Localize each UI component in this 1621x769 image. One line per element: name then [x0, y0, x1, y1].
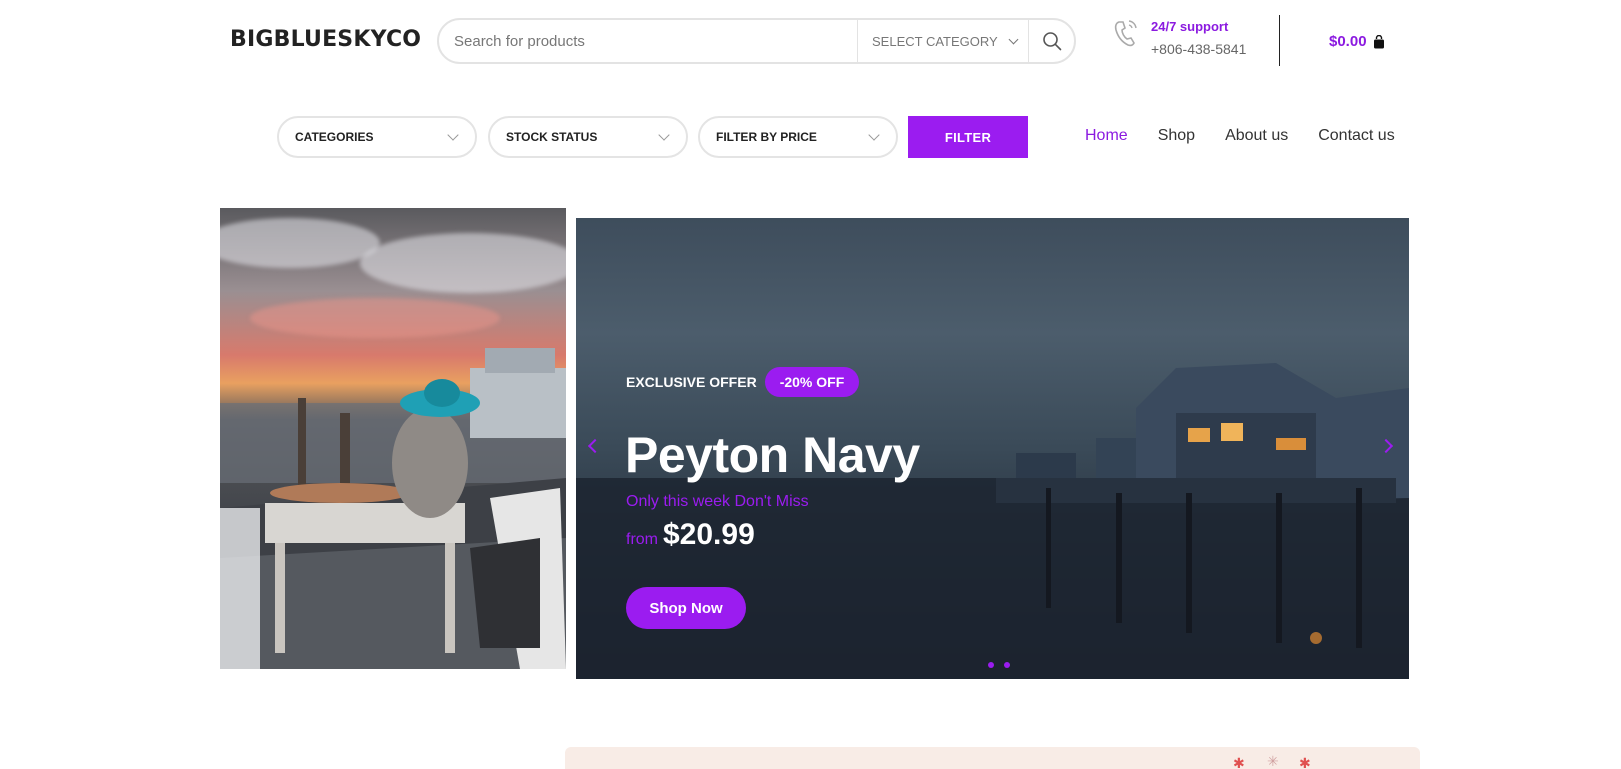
cart-total: $0.00: [1329, 33, 1367, 50]
decoration-icon: ✱: [1233, 755, 1245, 769]
site-logo[interactable]: BIGBLUESKYCO: [230, 27, 421, 52]
support-phone[interactable]: +806-438-5841: [1151, 41, 1246, 57]
filter-button[interactable]: FILTER: [908, 116, 1028, 158]
chevron-down-icon: [868, 129, 880, 141]
categories-filter-label: CATEGORIES: [295, 130, 374, 144]
chevron-down-icon: [658, 129, 670, 141]
nav-item-home[interactable]: Home: [1085, 127, 1128, 145]
category-select[interactable]: SELECT CATEGORY: [857, 20, 1028, 62]
slide-subtitle: Only this week Don't Miss: [626, 493, 809, 510]
main-nav: Home Shop About us Contact us: [1085, 127, 1395, 145]
price-filter-label: FILTER BY PRICE: [716, 130, 817, 144]
dock-scene: [220, 348, 566, 669]
chevron-down-icon: [1008, 34, 1019, 44]
shopping-bag-icon: [1373, 34, 1384, 48]
page: BIGBLUESKYCO SELECT CATEGORY 24/7 suppor…: [0, 0, 1621, 769]
price-row: from $20.99: [626, 518, 755, 552]
slider-dot[interactable]: [988, 662, 994, 668]
header-divider: [1279, 15, 1280, 66]
search-button[interactable]: [1028, 20, 1074, 62]
cart-button[interactable]: $0.00: [1329, 33, 1385, 50]
search-icon: [1042, 32, 1061, 51]
support-block: 24/7 support +806-438-5841: [1113, 18, 1246, 57]
chevron-down-icon: [447, 129, 459, 141]
nav-item-contact-us[interactable]: Contact us: [1318, 127, 1394, 145]
hero-slider: EXCLUSIVE OFFER -20% OFF Peyton Navy Onl…: [576, 218, 1409, 679]
slider-dot[interactable]: [1004, 662, 1010, 668]
price-prefix: from: [626, 531, 658, 548]
stock-status-filter[interactable]: STOCK STATUS: [488, 116, 688, 158]
support-label: 24/7 support: [1151, 19, 1229, 34]
hero-side-image[interactable]: [220, 208, 566, 669]
offer-label: EXCLUSIVE OFFER: [626, 374, 757, 390]
nav-item-shop[interactable]: Shop: [1158, 127, 1195, 145]
price-value: $20.99: [663, 518, 755, 551]
categories-filter[interactable]: CATEGORIES: [277, 116, 477, 158]
support-text: 24/7 support +806-438-5841: [1151, 18, 1246, 57]
stock-status-filter-label: STOCK STATUS: [506, 130, 598, 144]
shop-now-button[interactable]: Shop Now: [626, 587, 746, 629]
slide-title: Peyton Navy: [625, 427, 920, 483]
search-input[interactable]: [439, 20, 857, 62]
promo-banner[interactable]: ✱ ✳ ✱: [565, 747, 1420, 769]
nav-item-about-us[interactable]: About us: [1225, 127, 1288, 145]
decoration-icon: ✳: [1267, 753, 1279, 769]
category-select-label: SELECT CATEGORY: [872, 33, 998, 49]
discount-badge: -20% OFF: [764, 367, 860, 397]
slider-dots: [988, 662, 1010, 668]
offer-row: EXCLUSIVE OFFER -20% OFF: [626, 367, 860, 397]
price-filter[interactable]: FILTER BY PRICE: [698, 116, 898, 158]
phone-icon: [1114, 20, 1137, 47]
decoration-icon: ✱: [1299, 755, 1311, 769]
search-bar: SELECT CATEGORY: [437, 18, 1076, 64]
